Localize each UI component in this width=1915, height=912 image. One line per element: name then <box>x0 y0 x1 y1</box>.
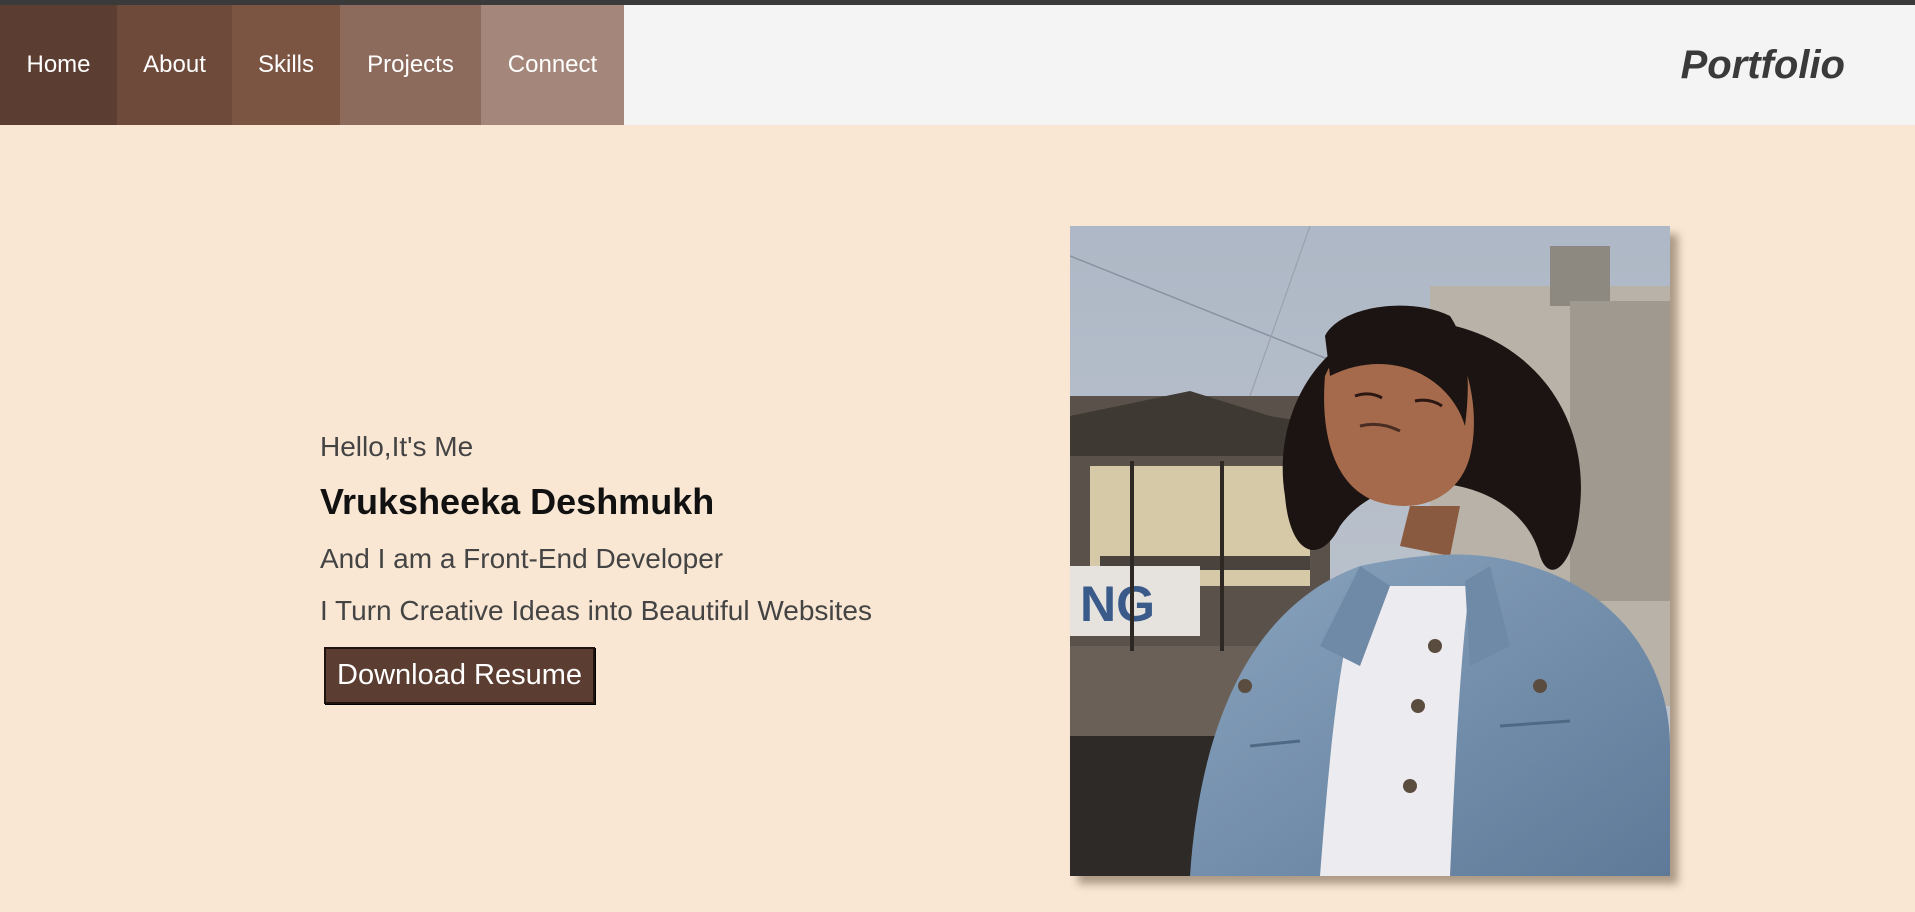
nav-about[interactable]: About <box>117 5 232 125</box>
hero-name: Vruksheeka Deshmukh <box>320 481 715 522</box>
brand-title: Portfolio <box>1680 42 1845 87</box>
profile-photo: NG <box>1070 226 1670 876</box>
svg-text:NG: NG <box>1080 576 1155 632</box>
nav-projects[interactable]: Projects <box>340 5 481 125</box>
hero-intro: Hello,It's Me Vruksheeka Deshmukh And I … <box>320 425 960 704</box>
main-nav: Home About Skills Projects Connect <box>0 5 624 125</box>
nav-home[interactable]: Home <box>0 5 117 125</box>
nav-connect[interactable]: Connect <box>481 5 624 125</box>
site-header: Home About Skills Projects Connect Portf… <box>0 5 1915 125</box>
hero-tagline: I Turn Creative Ideas into Beautiful Web… <box>320 595 872 626</box>
hero-role: And I am a Front-End Developer <box>320 543 724 574</box>
hero-greeting: Hello,It's Me <box>320 431 474 462</box>
nav-skills[interactable]: Skills <box>232 5 340 125</box>
download-resume-button[interactable]: Download Resume <box>324 647 596 704</box>
